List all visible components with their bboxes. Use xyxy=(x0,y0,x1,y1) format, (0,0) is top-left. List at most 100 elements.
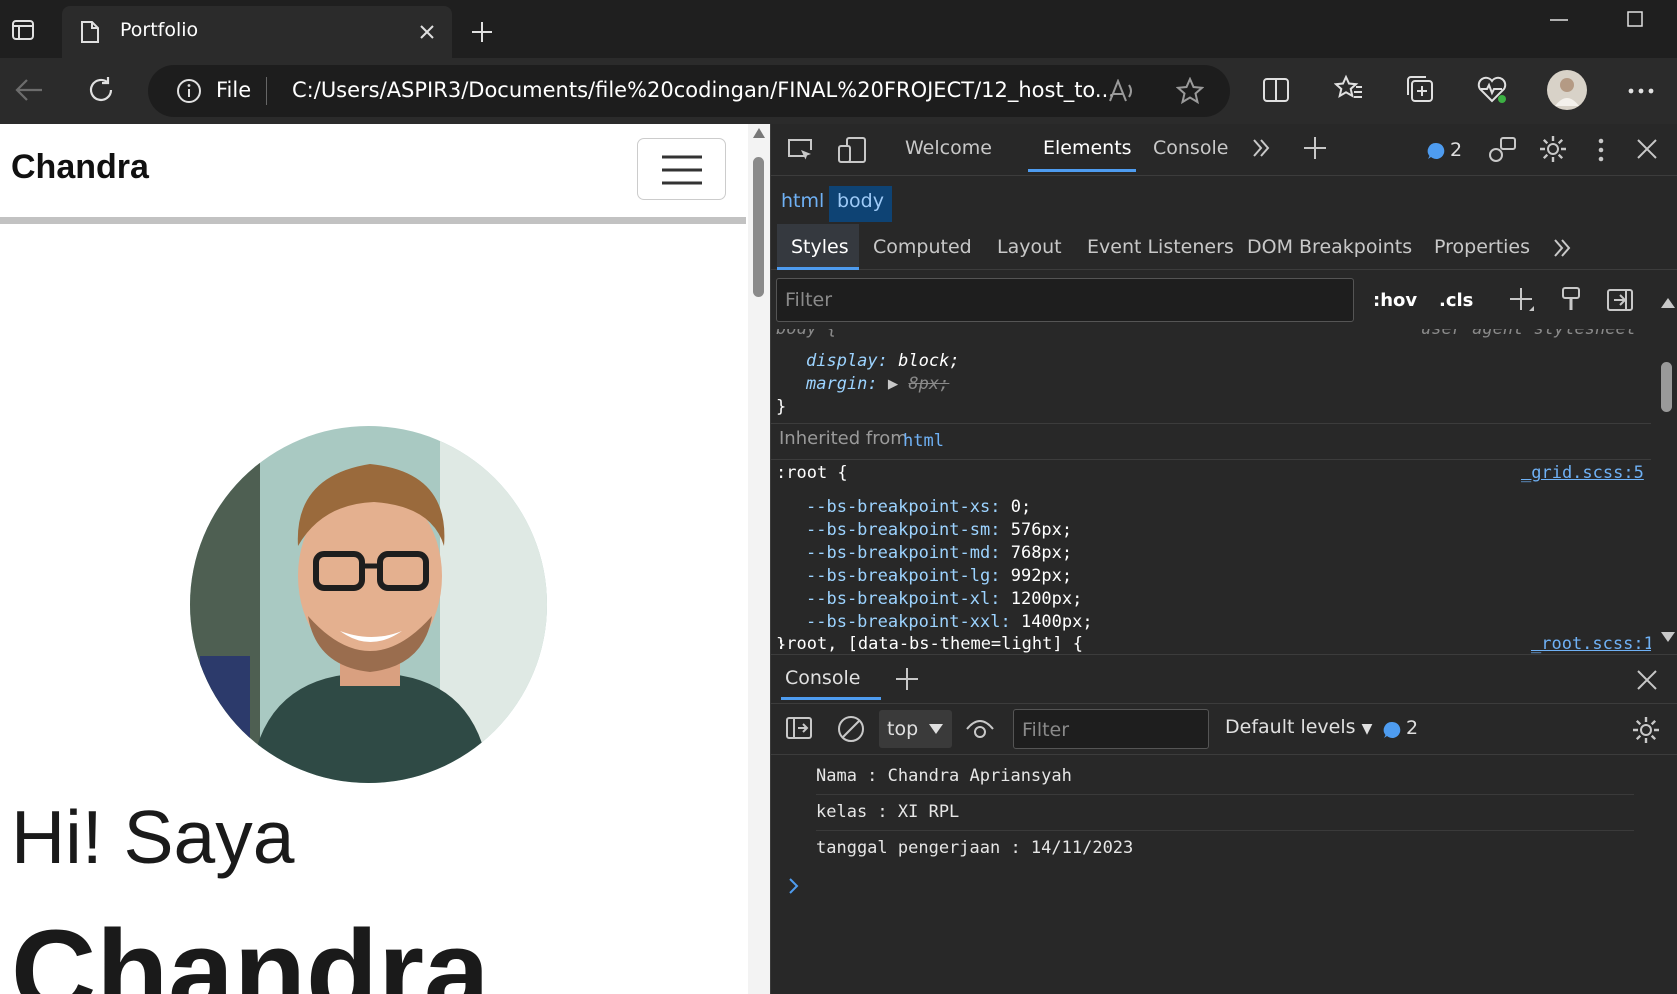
console-settings-gear-icon[interactable] xyxy=(1631,715,1661,745)
css-prop-display[interactable]: display: block; xyxy=(806,351,960,371)
styles-scrollbar-thumb[interactable] xyxy=(1661,362,1672,412)
inherited-from-label: Inherited from xyxy=(779,428,908,449)
cls-toggle[interactable]: .cls xyxy=(1439,290,1473,311)
subtab-properties[interactable]: Properties xyxy=(1434,236,1530,258)
close-tab-icon[interactable] xyxy=(418,23,436,41)
browser-tab-portfolio[interactable]: Portfolio xyxy=(62,6,452,58)
css-var-row[interactable]: --bs-breakpoint-xl: 1200px; xyxy=(806,589,1082,609)
profile-avatar[interactable] xyxy=(1547,70,1587,110)
navbar-toggler-button[interactable] xyxy=(637,138,726,200)
new-tab-icon[interactable] xyxy=(470,20,494,44)
browser-toolbar: File C:/Users/ASPIR3/Documents/file%20co… xyxy=(0,58,1677,124)
tab-welcome[interactable]: Welcome xyxy=(905,137,992,159)
address-bar[interactable]: File C:/Users/ASPIR3/Documents/file%20co… xyxy=(148,65,1230,117)
scroll-up-icon[interactable] xyxy=(753,128,765,138)
styles-subtab-bar: Styles Computed Layout Event Listeners D… xyxy=(771,224,1677,270)
read-aloud-icon[interactable] xyxy=(1108,79,1136,103)
back-arrow-icon[interactable] xyxy=(14,77,44,103)
subtab-dom-breakpoints[interactable]: DOM Breakpoints xyxy=(1247,236,1412,258)
active-tab-indicator xyxy=(1028,169,1136,172)
css-var-row[interactable]: --bs-breakpoint-lg: 992px; xyxy=(806,566,1072,586)
body-rule-close: } xyxy=(776,397,787,417)
split-screen-icon[interactable] xyxy=(1262,76,1290,104)
customize-feedback-icon[interactable] xyxy=(1487,135,1517,165)
devtools-menu-icon[interactable] xyxy=(1598,138,1604,162)
rule-separator xyxy=(771,423,1651,424)
site-info-label[interactable]: File xyxy=(216,78,251,102)
root-rule-source-link[interactable]: _grid.scss:5 xyxy=(1521,463,1644,483)
page-viewport: Chandra Hi! Saya Chandra xyxy=(0,124,770,994)
format-brush-icon[interactable] xyxy=(1561,286,1581,314)
caret-down-icon xyxy=(929,724,943,734)
more-options-icon[interactable] xyxy=(1628,88,1654,94)
refresh-icon[interactable] xyxy=(86,75,116,105)
settings-gear-icon[interactable] xyxy=(1538,134,1568,164)
log-levels-dropdown[interactable]: Default levels ▼ xyxy=(1225,716,1372,738)
styles-scroll-down-icon[interactable] xyxy=(1661,632,1675,642)
drawer-add-tool-icon[interactable] xyxy=(895,667,919,691)
styles-tab-indicator xyxy=(777,267,859,270)
toggle-sidebar-icon[interactable] xyxy=(1606,288,1634,312)
drawer-active-indicator xyxy=(781,697,881,700)
add-tool-icon[interactable] xyxy=(1303,136,1327,160)
maximize-icon[interactable] xyxy=(1627,11,1643,27)
tab-strip: Portfolio xyxy=(0,0,1677,58)
context-selector[interactable]: top xyxy=(879,710,952,748)
next-rule-peek: :root, [data-bs-theme=light] { _root.scs… xyxy=(771,634,1651,654)
console-toolbar: top Filter Default levels ▼ 2 xyxy=(771,703,1677,755)
css-var-row[interactable]: --bs-breakpoint-xxl: 1400px; xyxy=(806,612,1093,632)
console-issues-count[interactable]: 2 xyxy=(1406,717,1418,739)
page-scrollbar-thumb[interactable] xyxy=(753,157,764,297)
browser-essentials-icon[interactable] xyxy=(1476,74,1508,104)
live-expression-eye-icon[interactable] xyxy=(965,718,995,740)
tab-console[interactable]: Console xyxy=(1153,137,1228,159)
favorite-star-icon[interactable] xyxy=(1176,77,1204,105)
address-url[interactable]: C:/Users/ASPIR3/Documents/file%20codinga… xyxy=(292,78,1115,102)
breadcrumb-body[interactable]: body xyxy=(829,186,892,222)
next-rule-selector: :root, [data-bs-theme=light] { xyxy=(776,634,1084,654)
inherited-from-html[interactable]: html xyxy=(903,431,944,451)
more-tabs-chevron-icon[interactable] xyxy=(1251,138,1271,158)
close-devtools-icon[interactable] xyxy=(1636,138,1658,160)
minimize-icon[interactable] xyxy=(1550,18,1568,22)
css-var-row[interactable]: --bs-breakpoint-sm: 576px; xyxy=(806,520,1072,540)
info-icon[interactable] xyxy=(176,78,202,104)
hov-toggle[interactable]: :hov xyxy=(1373,290,1417,311)
context-selector-value: top xyxy=(887,718,919,740)
favorites-icon[interactable] xyxy=(1334,74,1364,104)
issues-message-icon[interactable] xyxy=(1427,142,1445,160)
subtab-event-listeners[interactable]: Event Listeners xyxy=(1087,236,1234,258)
next-rule-source-link[interactable]: _root.scss:1 xyxy=(1531,634,1651,654)
more-subtabs-chevron-icon[interactable] xyxy=(1552,238,1572,258)
clear-console-icon[interactable] xyxy=(837,715,865,743)
styles-scroll-up-icon[interactable] xyxy=(1661,298,1675,308)
collections-icon[interactable] xyxy=(1405,74,1435,104)
inspect-element-icon[interactable] xyxy=(785,136,815,164)
address-separator xyxy=(266,77,267,105)
root-rule-selector: :root { xyxy=(776,463,848,483)
console-drawer: Console top Filter Default levels ▼ 2 Na… xyxy=(771,654,1677,994)
console-filter-input[interactable]: Filter xyxy=(1013,709,1209,749)
tab-elements[interactable]: Elements xyxy=(1043,137,1132,159)
subtab-layout[interactable]: Layout xyxy=(997,236,1062,258)
css-prop-margin[interactable]: margin: ▶ 8px; xyxy=(806,374,949,394)
drawer-tab-console[interactable]: Console xyxy=(785,667,860,689)
new-style-rule-icon[interactable] xyxy=(1509,287,1535,313)
navbar-divider xyxy=(0,217,746,224)
console-log-line: tanggal pengerjaan : 14/11/2023 xyxy=(816,838,1134,858)
tab-actions-icon[interactable] xyxy=(11,18,35,42)
close-drawer-icon[interactable] xyxy=(1636,669,1658,691)
subtab-styles[interactable]: Styles xyxy=(791,236,849,258)
css-var-row[interactable]: --bs-breakpoint-xs: 0; xyxy=(806,497,1031,517)
css-var-row[interactable]: --bs-breakpoint-md: 768px; xyxy=(806,543,1072,563)
subtab-computed[interactable]: Computed xyxy=(873,236,972,258)
breadcrumb-html[interactable]: html xyxy=(773,186,832,222)
console-issues-icon[interactable] xyxy=(1383,721,1401,739)
devtools-tab-bar: Welcome Elements Console 2 xyxy=(771,124,1677,176)
styles-filter-input[interactable]: Filter xyxy=(776,278,1354,322)
device-emulation-icon[interactable] xyxy=(837,135,867,165)
navbar-brand[interactable]: Chandra xyxy=(11,148,149,187)
console-sidebar-toggle-icon[interactable] xyxy=(785,716,813,740)
issues-count[interactable]: 2 xyxy=(1450,139,1462,161)
console-prompt-chevron-icon[interactable] xyxy=(788,877,800,895)
